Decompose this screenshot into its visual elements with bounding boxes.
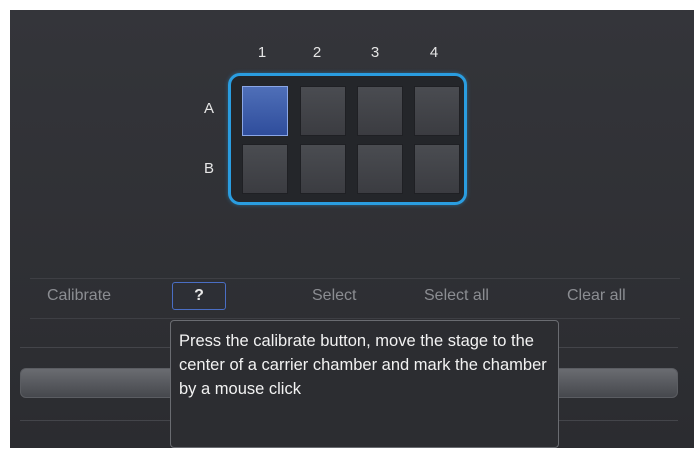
help-button[interactable]: ? [172, 282, 226, 310]
column-label-1: 1 [257, 44, 267, 61]
row-label-a: A [203, 100, 214, 117]
clear-all-button[interactable]: Clear all [567, 287, 626, 305]
well-b3[interactable] [357, 144, 403, 194]
carrier-plate [228, 73, 467, 205]
column-label-3: 3 [370, 44, 380, 61]
well-b1[interactable] [242, 144, 288, 194]
well-a4[interactable] [414, 86, 460, 136]
select-all-button[interactable]: Select all [424, 287, 489, 305]
well-a2[interactable] [300, 86, 346, 136]
column-label-2: 2 [312, 44, 322, 61]
toolbar-bottom-divider [30, 318, 680, 319]
column-label-4: 4 [429, 44, 439, 61]
help-tooltip: Press the calibrate button, move the sta… [170, 320, 559, 448]
well-b2[interactable] [300, 144, 346, 194]
well-b4[interactable] [414, 144, 460, 194]
well-a3[interactable] [357, 86, 403, 136]
select-button[interactable]: Select [312, 287, 356, 305]
row-label-b: B [203, 160, 214, 177]
calibrate-button[interactable]: Calibrate [47, 287, 111, 305]
toolbar-top-divider [30, 278, 680, 279]
well-a1[interactable] [242, 86, 288, 136]
